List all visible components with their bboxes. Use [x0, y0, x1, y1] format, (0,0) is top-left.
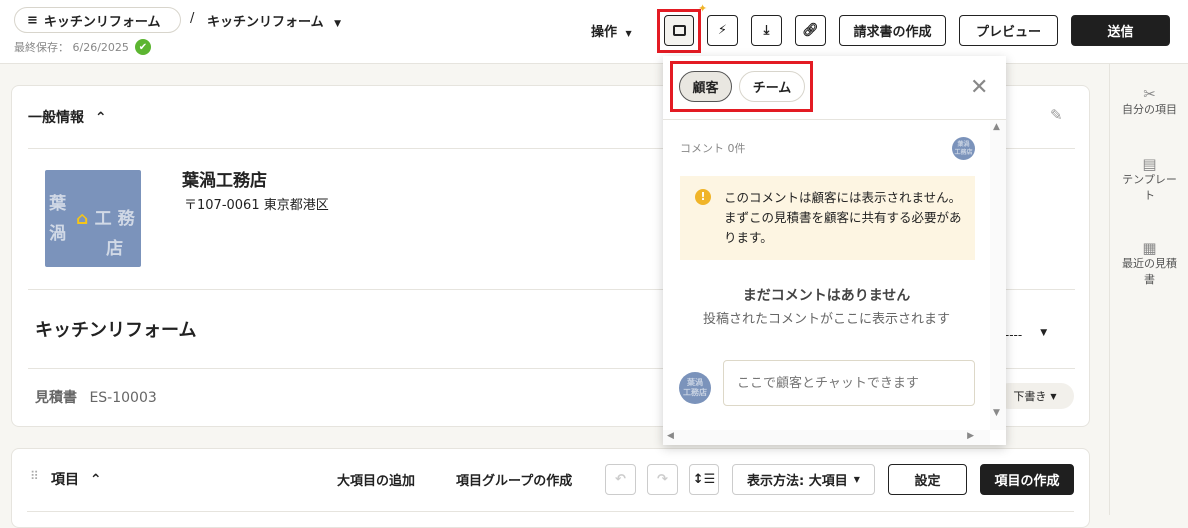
caret-down-icon: ▼ [334, 19, 342, 29]
redo-icon: ↷ [657, 472, 668, 487]
calculator-icon: ▦ [1142, 239, 1157, 257]
view-mode-label: 表示方法: 大項目 [747, 474, 848, 489]
avatar: 葉渦 工務店 [952, 137, 975, 160]
edit-pencil-icon[interactable]: ✎ [1050, 106, 1063, 124]
sort-button[interactable]: ↕☰ [689, 464, 719, 495]
sort-list-icon: ↕☰ [692, 472, 716, 487]
last-saved: 最終保存： 6/26/2025 [14, 41, 129, 54]
project-name: キッチンリフォーム [35, 320, 197, 341]
download-icon: ⤓ [763, 23, 770, 38]
empty-subtitle: 投稿されたコメントがここに表示されます [702, 312, 950, 327]
sidebar-item-templates[interactable]: ▤ テンプレート [1110, 156, 1188, 204]
breadcrumb-root[interactable]: ≡ キッチンリフォーム [14, 7, 181, 33]
comment-count: コメント 0件 [680, 142, 746, 155]
general-info-toggle[interactable]: 一般情報 ⌃ [28, 107, 107, 127]
items-title: 項目 [51, 472, 79, 488]
actions-label: 操作 [591, 25, 618, 40]
project-title: キッチンリフォーム [207, 15, 324, 30]
automation-button[interactable]: ⚡ [707, 15, 738, 46]
redo-button[interactable]: ↷ [647, 464, 678, 495]
settings-button[interactable]: 設定 [888, 464, 967, 495]
sidebar-label: テンプレート [1122, 173, 1177, 202]
warning-icon: ! [695, 189, 711, 205]
company-address: 〒107-0061 東京都港区 [184, 198, 329, 213]
preview-button[interactable]: プレビュー [959, 15, 1058, 46]
bolt-icon: ⚡ [717, 23, 728, 38]
sidebar-label: 自分の項目 [1122, 103, 1177, 116]
comments-popup: 顧客 チーム ✕ ▲ ▼ ◀ ▶ コメント 0件 葉渦 工務店 ! このコメントは顧客… [663, 56, 1006, 445]
view-mode-select[interactable]: 表示方法: 大項目 ▼ [732, 464, 875, 495]
caret-down-icon: ▼ [853, 475, 860, 484]
comment-input[interactable] [723, 360, 975, 406]
comment-button[interactable] [664, 15, 694, 46]
menu-icon: ≡ [27, 12, 38, 28]
caret-down-icon: ▼ [625, 29, 632, 38]
link-button[interactable]: 🔗︎ [795, 15, 826, 46]
vertical-scrollbar[interactable]: ▲ ▼ [990, 120, 1006, 430]
send-button[interactable]: 送信 [1071, 15, 1170, 46]
tools-icon: ✂ [1143, 85, 1156, 103]
warning-text: このコメントは顧客には表示されません。まずこの見積書を顧客に共有する必要がありま… [724, 190, 962, 245]
items-toggle[interactable]: 項目 ⌃ [51, 469, 102, 489]
comment-icon [672, 25, 686, 36]
tab-team[interactable]: チーム [739, 71, 805, 102]
company-name: 葉渦工務店 [182, 171, 267, 191]
drag-handle-icon[interactable]: ⠿ [30, 469, 39, 483]
create-item-button[interactable]: 項目の作成 [980, 464, 1074, 495]
status-label: 下書き [1013, 390, 1047, 403]
breadcrumb-separator: / [190, 11, 195, 26]
add-major-item-button[interactable]: 大項目の追加 [337, 470, 415, 489]
company-logo: 葉渦 ⌂ 工務店 [45, 170, 141, 267]
sidebar-item-my-items[interactable]: ✂ 自分の項目 [1110, 86, 1188, 118]
project-title-dropdown[interactable]: キッチンリフォーム ▼ [207, 11, 341, 30]
undo-icon: ↶ [615, 472, 626, 487]
sidebar-item-recent[interactable]: ▦ 最近の見積書 [1110, 240, 1188, 288]
doc-number: ES-10003 [89, 390, 157, 406]
chevron-up-icon: ⌃ [89, 472, 102, 488]
chevron-up-icon: ⌃ [94, 110, 107, 126]
download-button[interactable]: ⤓ [751, 15, 782, 46]
status-dropdown[interactable]: 下書き ▼ [996, 383, 1074, 409]
clipboard-icon: ▤ [1142, 155, 1157, 173]
warning-box: ! このコメントは顧客には表示されません。まずこの見積書を顧客に共有する必要があ… [680, 176, 975, 260]
actions-menu[interactable]: 操作 ▼ [591, 21, 632, 40]
sidebar-label: 最近の見積書 [1122, 257, 1177, 286]
avatar: 葉渦 工務店 [679, 372, 711, 404]
close-icon[interactable]: ✕ [970, 75, 988, 100]
top-bar: ≡ キッチンリフォーム / キッチンリフォーム ▼ 最終保存： 6/26/2025… [0, 0, 1188, 64]
doc-label: 見積書 [35, 390, 77, 406]
right-sidebar: ✂ 自分の項目 ▤ テンプレート ▦ 最近の見積書 [1109, 64, 1188, 515]
section-title: 一般情報 [28, 110, 84, 126]
horizontal-scrollbar[interactable]: ◀ ▶ [663, 430, 990, 445]
sparkle-icon: ✦ [698, 2, 708, 15]
tab-customer[interactable]: 顧客 [679, 71, 732, 102]
empty-title: まだコメントはありません [742, 288, 911, 304]
create-invoice-button[interactable]: 請求書の作成 [839, 15, 946, 46]
caret-down-icon: ▼ [1050, 391, 1057, 401]
create-group-button[interactable]: 項目グループの作成 [456, 470, 572, 489]
check-circle-icon: ✔ [134, 39, 151, 55]
link-icon: 🔗︎ [802, 23, 819, 38]
caret-down-icon: ▼ [1040, 328, 1048, 338]
table-header-line [27, 511, 1074, 512]
undo-button[interactable]: ↶ [605, 464, 636, 495]
